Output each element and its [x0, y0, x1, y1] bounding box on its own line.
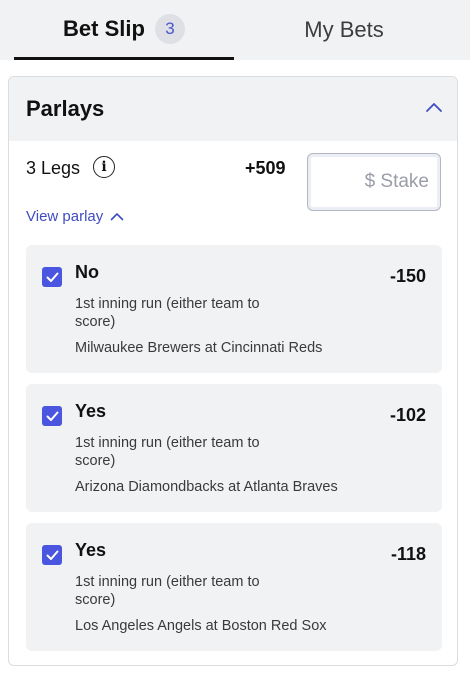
tab-my-bets[interactable]: My Bets [234, 0, 454, 60]
chevron-up-icon[interactable] [425, 101, 443, 113]
tab-bet-slip[interactable]: Bet Slip 3 [14, 0, 234, 60]
leg-selection: No [75, 262, 99, 282]
leg-market: 1st inning run (either team to score) [75, 296, 260, 330]
parlay-card: Parlays 3 Legs i +509 View parlay No -15… [8, 76, 458, 666]
checkmark-icon [46, 272, 58, 282]
leg-market: 1st inning run (either team to score) [75, 435, 260, 469]
parlay-leg: Yes -102 1st inning run (either team to … [26, 384, 442, 512]
leg-odds: -118 [390, 544, 426, 564]
leg-checkbox[interactable] [42, 406, 62, 426]
parlay-header[interactable]: Parlays [9, 77, 457, 141]
view-parlay-label: View parlay [26, 208, 104, 225]
legs-count-label: 3 Legs [26, 158, 81, 178]
leg-checkbox[interactable] [42, 267, 62, 287]
checkmark-icon [46, 550, 58, 560]
leg-event: Milwaukee Brewers at Cincinnati Reds [75, 340, 323, 356]
leg-selection: Yes [75, 401, 107, 421]
tab-bet-slip-label: Bet Slip [63, 15, 145, 41]
parlay-leg: No -150 1st inning run (either team to s… [26, 245, 442, 373]
parlay-title: Parlays [26, 96, 105, 121]
view-parlay-link[interactable]: View parlay [26, 208, 124, 225]
tab-my-bets-label: My Bets [304, 17, 384, 42]
leg-event: Los Angeles Angels at Boston Red Sox [75, 618, 327, 634]
leg-odds: -102 [389, 405, 426, 425]
parlay-leg: Yes -118 1st inning run (either team to … [26, 523, 442, 651]
bet-tabs: Bet Slip 3 My Bets [0, 0, 470, 60]
info-icon[interactable]: i [93, 156, 115, 178]
leg-market: 1st inning run (either team to score) [75, 574, 260, 608]
parlay-odds: +509 [245, 158, 286, 178]
leg-selection: Yes [75, 540, 107, 560]
stake-input[interactable] [307, 153, 441, 211]
leg-event: Arizona Diamondbacks at Atlanta Braves [75, 479, 338, 495]
bet-count-badge: 3 [154, 13, 185, 44]
checkmark-icon [46, 411, 58, 421]
chevron-up-icon [110, 213, 124, 221]
leg-checkbox[interactable] [42, 545, 62, 565]
leg-odds: -150 [389, 266, 426, 286]
